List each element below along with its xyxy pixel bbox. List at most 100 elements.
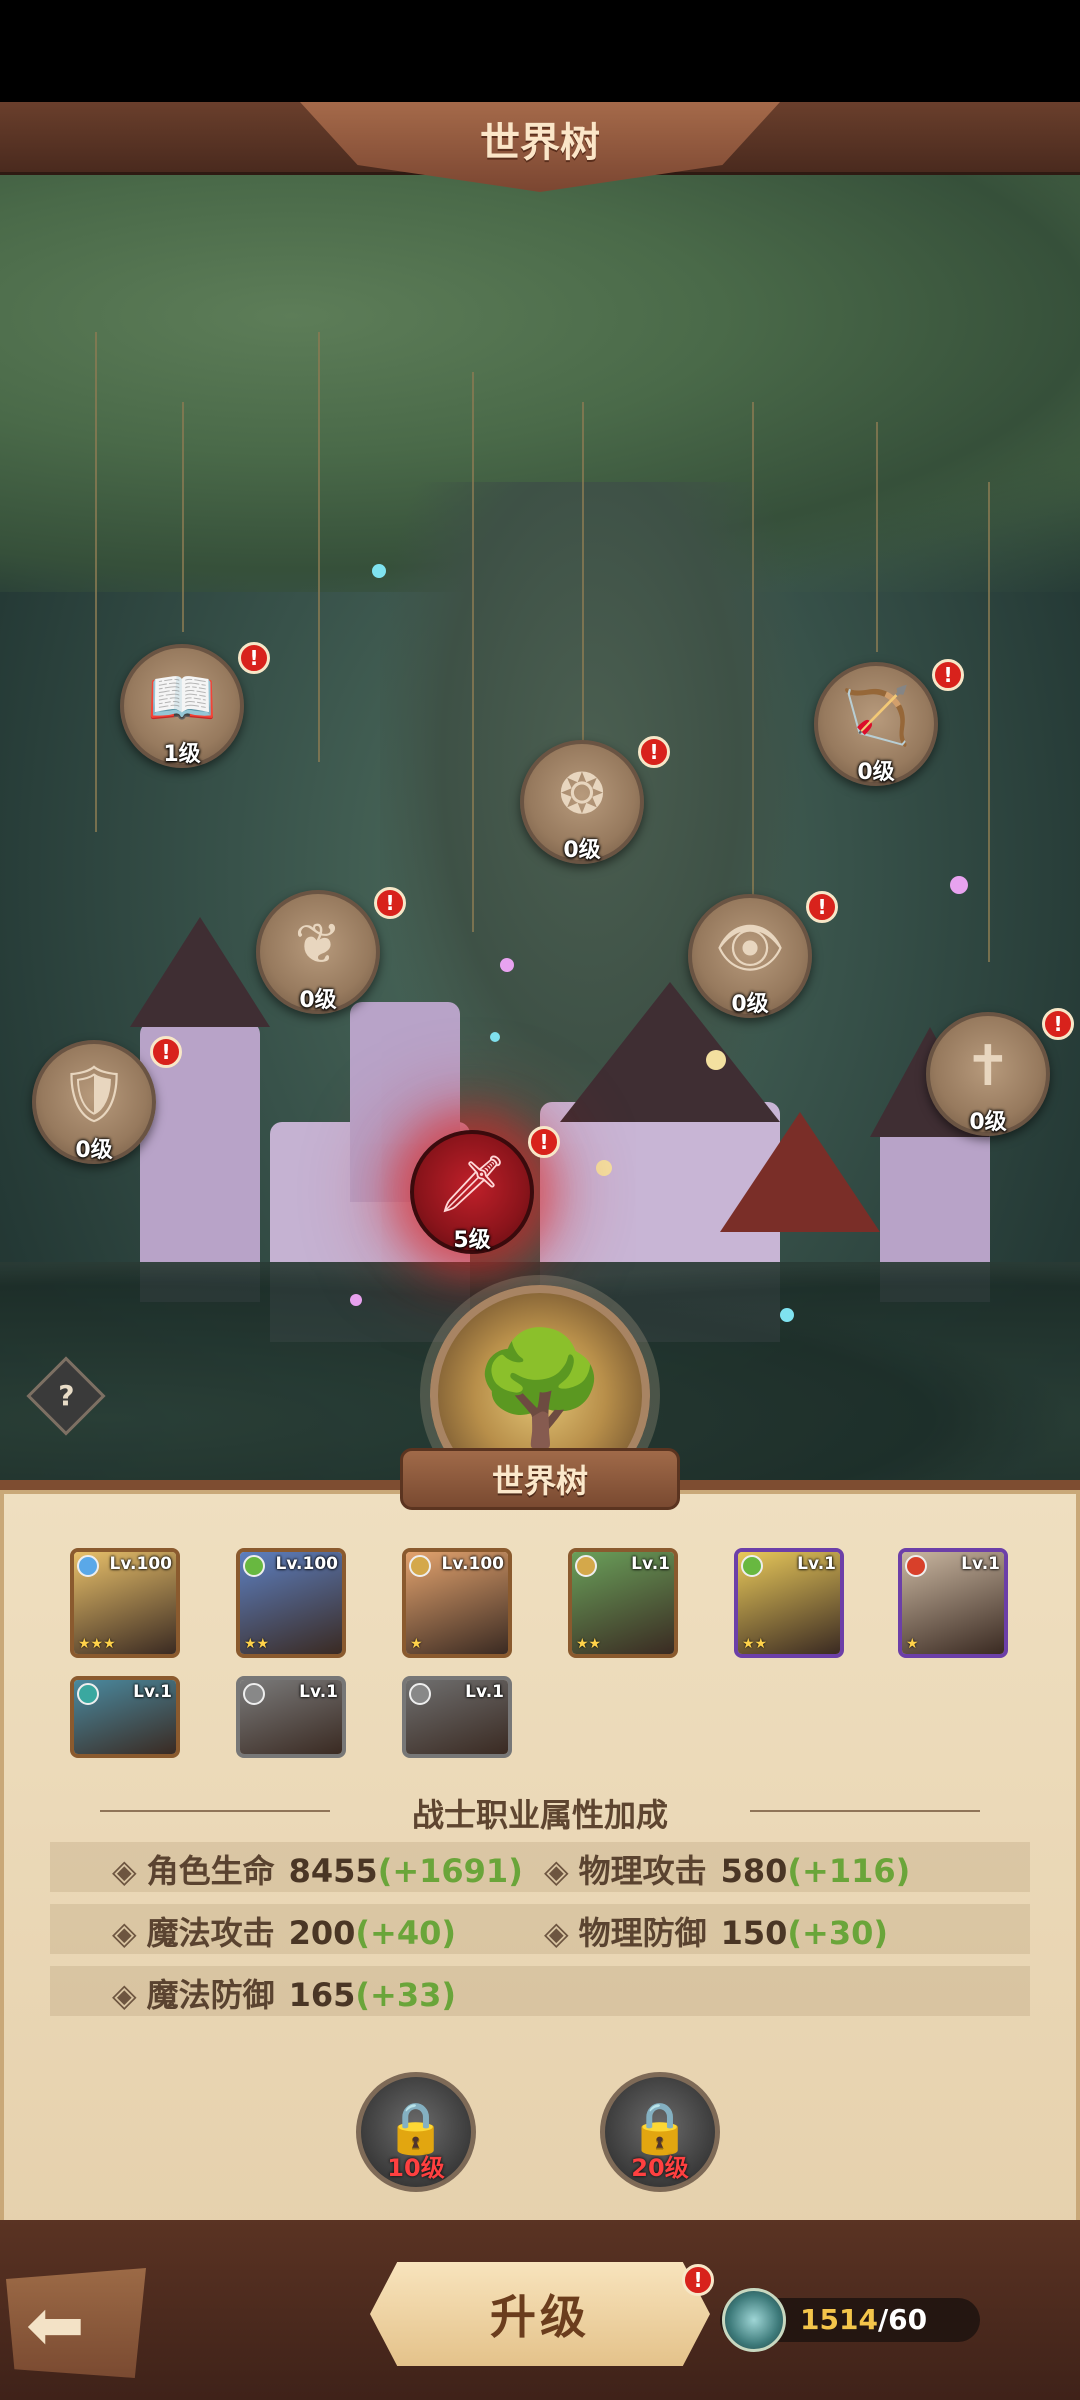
- firefly: [596, 1160, 612, 1176]
- talent-node-book[interactable]: 📖 1级: [120, 644, 244, 768]
- firefly: [500, 958, 514, 972]
- alert-badge: !: [932, 659, 964, 691]
- hero-stars: ★: [410, 1636, 423, 1652]
- vine: [752, 402, 754, 902]
- book-flame-icon: 📖: [147, 666, 217, 732]
- stat-name: 物理攻击: [578, 1852, 707, 1890]
- hero-stars: ★★: [576, 1636, 602, 1652]
- hero-level: Lv.100: [441, 1554, 504, 1574]
- panel-banner-label: 世界树: [491, 1462, 588, 1500]
- hero-level: Lv.1: [133, 1682, 172, 1702]
- page-title: 世界树: [480, 120, 600, 166]
- stat-bonus: (+40): [355, 1914, 457, 1952]
- element-icon: [741, 1555, 763, 1577]
- upgrade-button[interactable]: 升级: [370, 2262, 710, 2366]
- hero-card[interactable]: Lv.1 ★★: [734, 1548, 844, 1658]
- sword-cross-icon: ✝: [964, 1034, 1012, 1100]
- hero-level: Lv.100: [275, 1554, 338, 1574]
- demon-mask-icon: ❂: [558, 762, 606, 828]
- hero-card[interactable]: Lv.100 ★★★: [70, 1548, 180, 1658]
- vine: [318, 332, 320, 762]
- vine: [988, 482, 990, 962]
- spirit-essence-icon: [722, 2288, 786, 2352]
- firefly: [490, 1032, 500, 1042]
- locked-slot-20[interactable]: 🔒 20级: [600, 2072, 720, 2192]
- element-icon: [77, 1555, 99, 1577]
- hero-card[interactable]: Lv.1: [70, 1676, 180, 1758]
- talent-node-spirit[interactable]: ❦ 0级: [256, 890, 380, 1014]
- hero-card[interactable]: Lv.100 ★: [402, 1548, 512, 1658]
- stat-value: 580: [720, 1852, 788, 1890]
- unlock-requirement: 10级: [387, 2154, 445, 2182]
- talent-node-sword[interactable]: ✝ 0级: [926, 1012, 1050, 1136]
- locked-slot-10[interactable]: 🔒 10级: [356, 2072, 476, 2192]
- element-icon: [409, 1555, 431, 1577]
- node-level: 0级: [857, 760, 895, 785]
- element-icon: [243, 1683, 265, 1705]
- talent-node-demon[interactable]: ❂ 0级: [520, 740, 644, 864]
- stat-name: 魔法攻击: [146, 1914, 275, 1952]
- firefly: [780, 1308, 794, 1322]
- hero-stars: ★: [906, 1636, 919, 1652]
- talent-node-bow[interactable]: 🏹 0级: [814, 662, 938, 786]
- talent-node-shield[interactable]: 🛡 0级: [32, 1040, 156, 1164]
- panel-banner: 世界树: [400, 1448, 680, 1510]
- alert-badge: !: [1042, 1008, 1074, 1040]
- back-arrow-icon: ⬅: [26, 2284, 85, 2366]
- alert-badge: !: [528, 1126, 560, 1158]
- hero-level: Lv.1: [299, 1682, 338, 1702]
- alert-badge: !: [150, 1036, 182, 1068]
- hero-stars: ★★★: [78, 1636, 116, 1652]
- hero-level: Lv.1: [797, 1554, 836, 1574]
- diamond-icon: ◈: [112, 1852, 137, 1890]
- vine: [472, 372, 474, 932]
- stat-bonus: (+1691): [377, 1852, 523, 1890]
- stat-bonus: (+116): [787, 1852, 911, 1890]
- hero-level: Lv.100: [109, 1554, 172, 1574]
- vine: [95, 332, 97, 832]
- hero-card[interactable]: Lv.1 ★★: [568, 1548, 678, 1658]
- firefly: [372, 564, 386, 578]
- back-button[interactable]: ⬅: [6, 2268, 146, 2378]
- hero-card[interactable]: Lv.1: [236, 1676, 346, 1758]
- hero-card[interactable]: Lv.100 ★★: [236, 1548, 346, 1658]
- talent-node-eye[interactable]: 👁 0级: [688, 894, 812, 1018]
- hero-level: Lv.1: [465, 1682, 504, 1702]
- element-icon: [905, 1555, 927, 1577]
- hero-level: Lv.1: [631, 1554, 670, 1574]
- stat-magic-attack: ◈ 魔法攻击 200(+40): [112, 1908, 456, 1954]
- upgrade-button-label: 升级: [490, 2290, 590, 2344]
- currency-amount: 1514/60: [800, 2303, 927, 2336]
- diamond-icon: ◈: [112, 1914, 137, 1952]
- stat-name: 魔法防御: [146, 1976, 275, 2014]
- bonus-section-title: 战士职业属性加成: [411, 1796, 668, 1834]
- hero-stars: ★★: [742, 1636, 768, 1652]
- hero-card[interactable]: Lv.1: [402, 1676, 512, 1758]
- diamond-icon: ◈: [112, 1976, 137, 2014]
- vine: [876, 422, 878, 652]
- shield-icon: 🛡: [58, 1062, 130, 1128]
- stat-bonus: (+30): [787, 1914, 889, 1952]
- vine: [182, 402, 184, 632]
- stat-name: 物理防御: [578, 1914, 707, 1952]
- stat-physical-attack: ◈ 物理攻击 580(+116): [544, 1846, 910, 1892]
- hero-card[interactable]: Lv.1 ★: [898, 1548, 1008, 1658]
- spirit-icon: ❦: [294, 912, 342, 978]
- vine: [582, 402, 584, 762]
- node-level: 0级: [299, 988, 337, 1013]
- currency-have: 1514: [800, 2303, 878, 2336]
- node-level: 5级: [453, 1228, 491, 1253]
- talent-node-warrior[interactable]: 🗡 5级: [410, 1130, 534, 1254]
- unlock-requirement: 20级: [631, 2154, 689, 2182]
- element-icon: [575, 1555, 597, 1577]
- firefly: [350, 1294, 362, 1306]
- eye-emblem-icon: 👁: [714, 916, 786, 982]
- stat-value: 150: [720, 1914, 788, 1952]
- element-icon: [77, 1683, 99, 1705]
- element-icon: [409, 1683, 431, 1705]
- alert-badge: !: [638, 736, 670, 768]
- node-level: 0级: [969, 1110, 1007, 1135]
- stat-physical-defense: ◈ 物理防御 150(+30): [544, 1908, 888, 1954]
- bow-icon: 🏹: [841, 684, 911, 750]
- hero-stars: ★★: [244, 1636, 270, 1652]
